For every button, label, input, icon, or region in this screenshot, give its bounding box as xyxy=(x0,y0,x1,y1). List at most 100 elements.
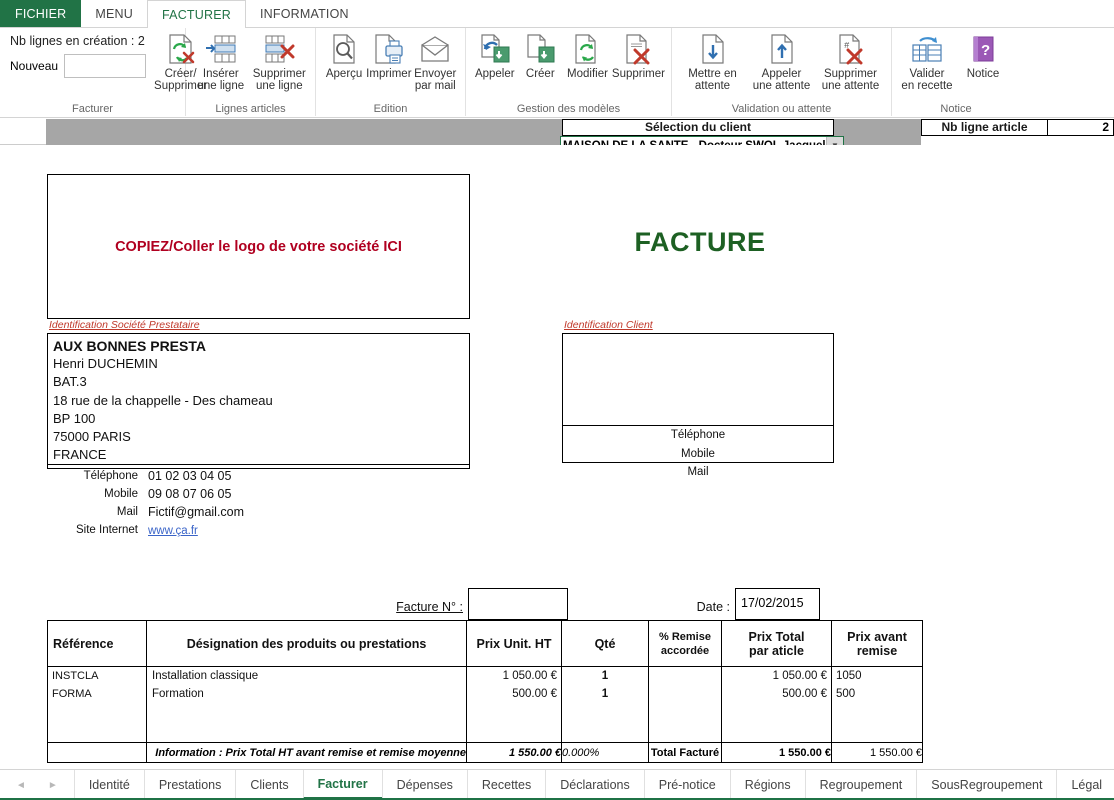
apercu-button[interactable]: Aperçu xyxy=(322,30,366,80)
provider-identification-box[interactable]: AUX BONNES PRESTA Henri DUCHEMIN BAT.3 1… xyxy=(47,333,470,537)
prev-sheet-arrow-icon[interactable]: ◄ xyxy=(16,780,26,791)
client-phone-label: Téléphone xyxy=(670,429,726,441)
sheet-tab-prestations[interactable]: Prestations xyxy=(143,770,236,800)
header-qty: Qté xyxy=(561,620,649,667)
appeler-une-attente-button[interactable]: Appeler une attente xyxy=(747,30,816,92)
total-info-text: Information : Prix Total HT avant remise… xyxy=(146,742,467,763)
supprimer-modele-button[interactable]: Supprimer xyxy=(612,30,665,80)
total-reference xyxy=(47,742,147,763)
edit-template-icon xyxy=(572,32,602,66)
worksheet-area: Sélection du client MAISON DE LA SANTÉ -… xyxy=(0,119,1114,769)
next-sheet-arrow-icon[interactable]: ► xyxy=(48,780,58,791)
sheet-tab-declarations[interactable]: Déclarations xyxy=(545,770,643,800)
cell-unit-price: 500.00 € xyxy=(512,688,557,700)
provider-caption: Identification Société Prestataire xyxy=(49,319,200,331)
appeler-modele-label: Appeler xyxy=(474,68,515,80)
provider-website-label: Site Internet xyxy=(75,524,138,537)
ribbon-tab-menu-label: MENU xyxy=(95,6,134,21)
provider-phone-value: 01 02 03 04 05 xyxy=(148,469,232,484)
ribbon-group-facturer: Nb lignes en création : 2 Nouveau Créer/… xyxy=(0,28,207,116)
provider-name: AUX BONNES PRESTA xyxy=(53,338,206,354)
document-down-arrow-icon xyxy=(698,32,728,66)
facturer-left-panel: Nb lignes en création : 2 Nouveau xyxy=(6,30,154,78)
ribbon-tab-menu[interactable]: MENU xyxy=(81,0,147,27)
client-caption: Identification Client xyxy=(564,319,653,331)
total-before-discount: 1 550.00 € xyxy=(831,742,923,763)
mettre-en-attente-button[interactable]: Mettre en attente xyxy=(678,30,747,92)
cell-references[interactable]: INSTCLA FORMA xyxy=(47,666,147,743)
invoice-number-field[interactable] xyxy=(468,588,568,620)
invoice-number-label: Facture N° : xyxy=(375,600,463,614)
appeler-modele-button[interactable]: Appeler xyxy=(472,30,518,80)
apercu-label: Aperçu xyxy=(325,68,363,80)
provider-mail-value: Fictif@gmail.com xyxy=(148,505,245,520)
nouveau-input[interactable] xyxy=(64,54,147,78)
ribbon-tab-fichier-label: FICHIER xyxy=(15,6,67,21)
sheet-tab-regions[interactable]: Régions xyxy=(729,770,805,800)
sheet-tab-label: Déclarations xyxy=(560,778,630,792)
sheet-tab-sousregroupement[interactable]: SousRegroupement xyxy=(916,770,1056,800)
sheet-tab-clients[interactable]: Clients xyxy=(235,770,302,800)
nb-ligne-article-label: Nb ligne article xyxy=(921,119,1048,136)
ribbon-tab-information[interactable]: INFORMATION xyxy=(246,0,363,27)
ribbon-group-validation-attente: Mettre en attente Appeler une attente # … xyxy=(672,28,892,116)
ribbon-tab-facturer[interactable]: FACTURER xyxy=(147,0,246,28)
sheet-nav-arrows[interactable]: ◄ ► xyxy=(0,770,74,800)
table-row[interactable]: INSTCLA FORMA Installation classique For… xyxy=(47,666,923,743)
sheet-tab-label: Régions xyxy=(744,778,791,792)
sheet-tab-pre-notice[interactable]: Pré-notice xyxy=(643,770,730,800)
invoice-date-field[interactable]: 17/02/2015 xyxy=(735,588,820,620)
client-identification-box[interactable]: Téléphone Mobile Mail xyxy=(562,333,834,478)
sheet-tab-label: Recettes xyxy=(481,778,532,792)
document-up-arrow-icon xyxy=(767,32,797,66)
sheet-tab-facturer[interactable]: Facturer xyxy=(302,770,382,800)
provider-mobile-value: 09 08 07 06 05 xyxy=(148,487,232,502)
cell-reference: INSTCLA xyxy=(52,670,99,682)
nb-lignes-creation-label: Nb lignes en création : 2 xyxy=(10,34,145,48)
help-book-icon: ? xyxy=(969,32,997,66)
inserer-une-ligne-button[interactable]: Insérer une ligne xyxy=(192,30,250,92)
provider-contact-name: Henri DUCHEMIN xyxy=(53,356,158,372)
sheet-tab-legal[interactable]: Légal xyxy=(1056,770,1114,800)
invoice-number-label-text: Facture N° : xyxy=(396,600,463,614)
envoyer-par-mail-button[interactable]: Envoyer par mail xyxy=(412,30,459,92)
provider-street: 18 rue de la chappelle - Des chameau xyxy=(53,392,273,408)
cell-quantities[interactable]: 1 1 xyxy=(561,666,649,743)
provider-phone-row: Téléphone 01 02 03 04 05 xyxy=(48,467,469,485)
cell-totals[interactable]: 1 050.00 € 500.00 € xyxy=(721,666,832,743)
cell-discounts[interactable] xyxy=(648,666,722,743)
invoice-date-label: Date : xyxy=(696,600,730,614)
cell-designation: Installation classique xyxy=(152,670,259,682)
imprimer-button[interactable]: Imprimer xyxy=(366,30,412,80)
cell-before-discounts[interactable]: 1050 500 xyxy=(831,666,923,743)
ribbon-group-lignes-articles: Insérer une ligne Supprimer une ligne Li… xyxy=(186,28,316,116)
ribbon-body: Nb lignes en création : 2 Nouveau Créer/… xyxy=(0,28,1114,118)
client-mail-label: Mail xyxy=(687,466,709,478)
delete-row-icon xyxy=(263,32,295,66)
valider-en-recette-button[interactable]: Valider en recette xyxy=(898,30,956,92)
cell-discount xyxy=(649,667,721,685)
logo-placeholder-box[interactable]: COPIEZ/Coller le logo de votre société I… xyxy=(47,174,470,319)
ribbon-tab-fichier[interactable]: FICHIER xyxy=(0,0,82,27)
ribbon-group-notice-title: Notice xyxy=(940,103,972,115)
sheet-tab-identite[interactable]: Identité xyxy=(73,770,144,800)
modifier-modele-button[interactable]: Modifier xyxy=(563,30,612,80)
header-reference: Référence xyxy=(47,620,147,667)
creer-modele-button[interactable]: Créer xyxy=(518,30,564,80)
sheet-band-left-cell xyxy=(0,119,46,145)
supprimer-une-ligne-button[interactable]: Supprimer une ligne xyxy=(250,30,309,92)
invoice-table: Référence Désignation des produits ou pr… xyxy=(47,620,923,763)
ribbon-group-facturer-title: Facturer xyxy=(72,103,113,115)
cell-unit-prices[interactable]: 1 050.00 € 500.00 € xyxy=(466,666,562,743)
validate-table-icon xyxy=(910,32,944,66)
cell-designations[interactable]: Installation classique Formation xyxy=(146,666,467,743)
sheet-tab-regroupement[interactable]: Regroupement xyxy=(804,770,917,800)
sheet-tab-depenses[interactable]: Dépenses xyxy=(381,770,467,800)
supprimer-une-attente-button[interactable]: # Supprimer une attente xyxy=(816,30,885,92)
printer-icon xyxy=(374,32,404,66)
notice-button[interactable]: ? Notice xyxy=(956,30,1010,80)
provider-website-link[interactable]: www.ça.fr xyxy=(148,525,198,537)
sheet-tab-recettes[interactable]: Recettes xyxy=(466,770,545,800)
logo-placeholder-text: COPIEZ/Coller le logo de votre société I… xyxy=(115,238,402,255)
provider-address: AUX BONNES PRESTA Henri DUCHEMIN BAT.3 1… xyxy=(48,334,469,464)
